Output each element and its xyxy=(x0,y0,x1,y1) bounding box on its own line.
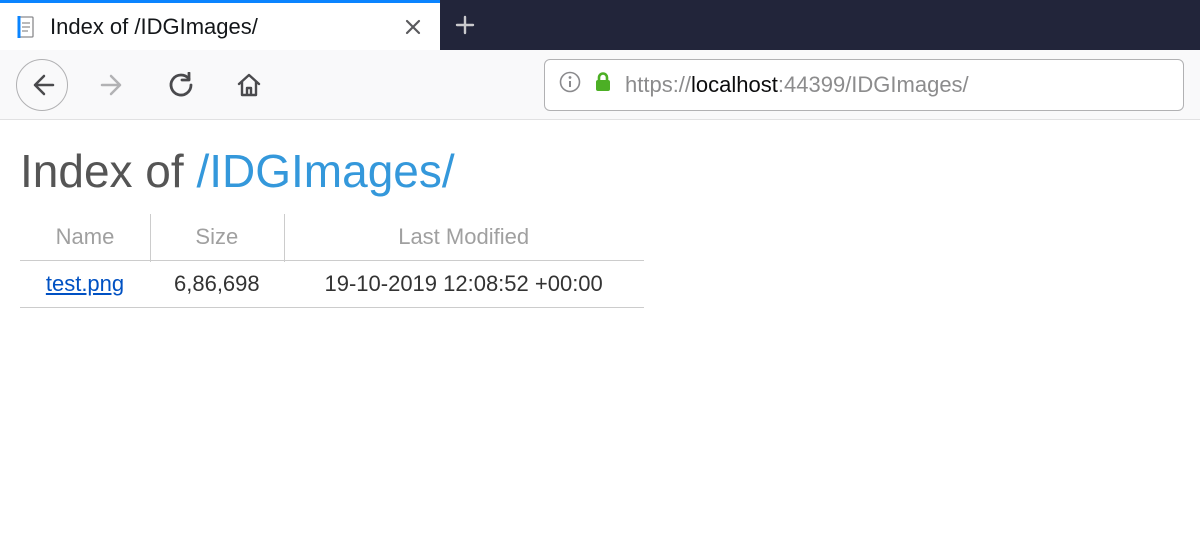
page-title: Index of /IDGImages/ xyxy=(20,144,1180,198)
table-row: test.png 6,86,698 19-10-2019 12:08:52 +0… xyxy=(20,261,644,308)
back-arrow-icon xyxy=(29,72,55,98)
forward-button[interactable] xyxy=(90,62,136,108)
tab-strip: Index of /IDGImages/ xyxy=(0,0,1200,50)
file-size-cell: 6,86,698 xyxy=(150,261,284,308)
url-text: https://localhost:44399/IDGImages/ xyxy=(625,72,1169,98)
table-header-row: Name Size Last Modified xyxy=(20,216,644,261)
reload-button[interactable] xyxy=(158,62,204,108)
new-tab-button[interactable] xyxy=(440,0,490,50)
close-icon xyxy=(405,19,421,35)
lock-icon[interactable] xyxy=(593,71,613,98)
file-name-cell: test.png xyxy=(20,261,150,308)
home-button[interactable] xyxy=(226,62,272,108)
column-header-modified: Last Modified xyxy=(284,216,644,261)
toolbar: https://localhost:44399/IDGImages/ xyxy=(0,50,1200,120)
info-icon[interactable] xyxy=(559,71,581,98)
plus-icon xyxy=(455,15,475,35)
file-modified-cell: 19-10-2019 12:08:52 +00:00 xyxy=(284,261,644,308)
browser-tab[interactable]: Index of /IDGImages/ xyxy=(0,0,440,50)
address-bar[interactable]: https://localhost:44399/IDGImages/ xyxy=(544,59,1184,111)
back-button[interactable] xyxy=(16,59,68,111)
heading-path: /IDGImages/ xyxy=(196,145,454,197)
url-scheme: https:// xyxy=(625,72,691,97)
heading-prefix: Index of xyxy=(20,145,196,197)
close-tab-button[interactable] xyxy=(402,16,424,38)
forward-arrow-icon xyxy=(100,72,126,98)
page-content: Index of /IDGImages/ Name Size Last Modi… xyxy=(0,120,1200,332)
tab-title: Index of /IDGImages/ xyxy=(50,14,402,40)
file-link[interactable]: test.png xyxy=(46,271,124,296)
home-icon xyxy=(235,72,263,98)
page-favicon-icon xyxy=(16,16,38,38)
reload-icon xyxy=(168,72,194,98)
url-host: localhost xyxy=(691,72,778,97)
column-header-name: Name xyxy=(20,216,150,261)
url-path: /IDGImages/ xyxy=(845,72,968,97)
column-header-size: Size xyxy=(150,216,284,261)
url-port: :44399 xyxy=(778,72,845,97)
directory-listing-table: Name Size Last Modified test.png 6,86,69… xyxy=(20,216,644,308)
